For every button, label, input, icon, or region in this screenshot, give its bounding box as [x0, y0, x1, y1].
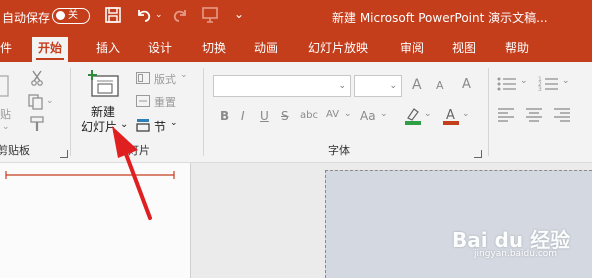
change-case-button[interactable]: Aa	[360, 109, 376, 123]
clipboard-group-label: 剪贴板	[0, 144, 30, 157]
slide-thumbnail-pane[interactable]	[0, 163, 190, 278]
font-launcher-icon[interactable]	[474, 150, 482, 158]
toggle-knob	[56, 11, 65, 20]
format-painter-icon[interactable]	[30, 116, 44, 132]
character-spacing-button[interactable]: AV	[326, 109, 339, 120]
section-dropdown-icon[interactable]: ⌄	[170, 118, 178, 128]
font-color-dropdown-icon[interactable]: ⌄	[462, 109, 470, 119]
font-name-combobox[interactable]: ⌄	[213, 75, 351, 97]
copy-icon[interactable]	[28, 94, 44, 110]
redo-icon	[173, 10, 186, 22]
align-center-icon[interactable]	[524, 106, 544, 124]
ribbon: 贴 ⌄ ⌄ 剪贴板 新建 幻灯片 ⌄ 版式 ⌄ 重置 节 ⌄ 幻灯片	[0, 62, 592, 163]
annotation-arrow	[112, 126, 152, 220]
font-color-icon[interactable]: A	[442, 106, 460, 126]
autosave-label: 自动保存	[2, 11, 51, 25]
strikethrough-button[interactable]: S	[281, 109, 289, 123]
paste-label[interactable]: 贴	[0, 106, 11, 122]
undo-icon[interactable]	[134, 6, 154, 24]
svg-text:A: A	[446, 108, 455, 123]
customize-qat-icon[interactable]: ⌄	[234, 7, 244, 21]
new-slide-icon[interactable]	[88, 70, 120, 100]
watermark-url: jingyan.baidu.com	[474, 249, 558, 259]
layout-dropdown-icon[interactable]: ⌄	[180, 70, 188, 80]
ribbon-tabs: 件 开始 插入 设计 切换 动画 幻灯片放映 审阅 视图 帮助	[0, 34, 592, 62]
clear-formatting-icon[interactable]: A	[462, 77, 471, 92]
layout-icon[interactable]	[136, 72, 150, 84]
bullets-icon[interactable]	[496, 75, 518, 93]
change-case-dropdown-icon[interactable]: ⌄	[380, 109, 388, 119]
tab-slideshow[interactable]: 幻灯片放映	[308, 39, 368, 56]
save-icon[interactable]	[104, 6, 122, 24]
decrease-font-icon[interactable]: A	[436, 79, 444, 92]
align-right-icon[interactable]	[552, 106, 572, 124]
group-separator	[488, 68, 489, 156]
font-size-combobox[interactable]: ⌄	[354, 75, 402, 97]
tab-review[interactable]: 审阅	[400, 39, 424, 56]
tab-view[interactable]: 视图	[452, 39, 476, 56]
start-from-beginning-icon[interactable]	[201, 6, 219, 24]
character-spacing-dropdown-icon[interactable]: ⌄	[344, 109, 352, 119]
tab-transitions[interactable]: 切换	[202, 39, 226, 56]
group-separator	[70, 68, 71, 156]
clipboard-launcher-icon[interactable]	[60, 150, 68, 158]
tab-help[interactable]: 帮助	[505, 39, 529, 56]
font-group-label: 字体	[328, 144, 350, 157]
title-bar: 自动保存 关 ⌄ ⌄ 新建 Microsoft PowerPoint 演示文稿.…	[0, 0, 592, 34]
tab-design[interactable]: 设计	[148, 39, 172, 56]
align-left-icon[interactable]	[496, 106, 516, 124]
tab-animations[interactable]: 动画	[254, 39, 278, 56]
highlight-icon[interactable]	[404, 106, 422, 126]
numbering-icon[interactable]: 1 2 3	[538, 75, 560, 93]
reset-label[interactable]: 重置	[154, 94, 176, 110]
bullets-dropdown-icon[interactable]: ⌄	[520, 76, 528, 86]
document-title: 新建 Microsoft PowerPoint 演示文稿...	[332, 11, 548, 25]
highlight-dropdown-icon[interactable]: ⌄	[424, 109, 432, 119]
text-shadow-button[interactable]: abc	[300, 110, 318, 121]
tab-file[interactable]: 件	[0, 39, 12, 56]
numbering-dropdown-icon[interactable]: ⌄	[562, 76, 570, 86]
tab-insert[interactable]: 插入	[96, 39, 120, 56]
undo-dropdown-icon[interactable]: ⌄	[155, 10, 163, 20]
autosave-state: 关	[68, 10, 78, 21]
paste-icon[interactable]	[0, 72, 12, 102]
increase-font-icon[interactable]: A	[412, 77, 422, 93]
group-separator	[203, 68, 204, 156]
autosave-toggle[interactable]: 关	[52, 8, 90, 24]
italic-button[interactable]: I	[241, 109, 245, 123]
bold-button[interactable]: B	[220, 109, 229, 123]
underline-button[interactable]: U	[260, 109, 269, 123]
svg-text:3: 3	[538, 86, 542, 93]
font-name-dropdown-icon[interactable]: ⌄	[338, 81, 346, 91]
cut-icon[interactable]	[30, 70, 44, 86]
tab-home[interactable]: 开始	[32, 37, 69, 62]
paste-dropdown-icon[interactable]: ⌄	[2, 122, 10, 132]
copy-dropdown-icon[interactable]: ⌄	[46, 96, 54, 106]
reset-icon[interactable]	[136, 95, 150, 107]
font-size-dropdown-icon[interactable]: ⌄	[389, 81, 397, 91]
layout-label[interactable]: 版式	[154, 71, 176, 87]
